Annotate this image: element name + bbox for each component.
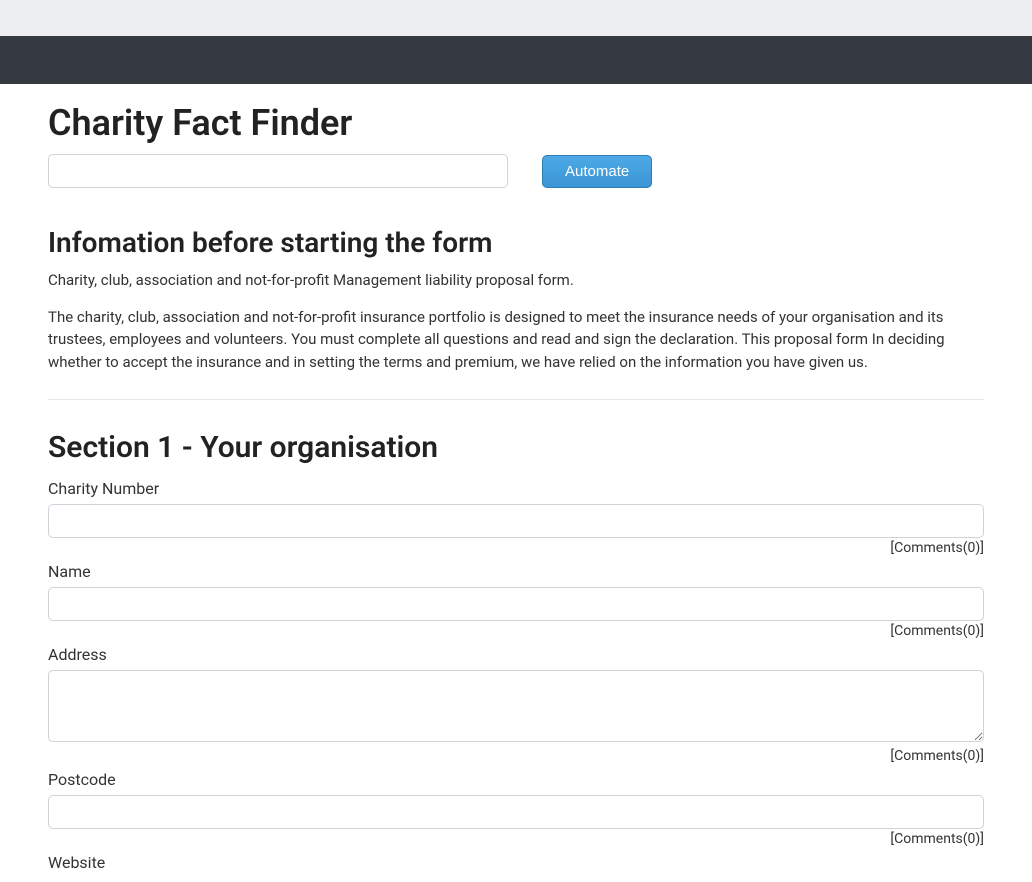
address-label: Address xyxy=(48,645,984,664)
top-header-bar xyxy=(0,0,1032,36)
postcode-comments-link[interactable]: [Comments(0)] xyxy=(48,831,984,847)
section-1-heading: Section 1 - Your organisation xyxy=(48,430,984,465)
form-group-address: Address [Comments(0)] xyxy=(48,645,984,764)
address-input[interactable] xyxy=(48,670,984,742)
name-input[interactable] xyxy=(48,587,984,621)
form-group-postcode: Postcode [Comments(0)] xyxy=(48,770,984,847)
address-comments-link[interactable]: [Comments(0)] xyxy=(48,748,984,764)
charity-search-input[interactable] xyxy=(48,154,508,188)
nav-bar xyxy=(0,36,1032,84)
form-group-charity-number: Charity Number [Comments(0)] xyxy=(48,479,984,556)
charity-number-label: Charity Number xyxy=(48,479,984,498)
postcode-input[interactable] xyxy=(48,795,984,829)
form-group-website: Website xyxy=(48,853,984,872)
search-row: Automate xyxy=(48,154,984,188)
info-heading: Infomation before starting the form xyxy=(48,226,984,259)
postcode-label: Postcode xyxy=(48,770,984,789)
charity-number-comments-link[interactable]: [Comments(0)] xyxy=(48,540,984,556)
divider xyxy=(48,399,984,400)
info-paragraph-2: The charity, club, association and not-f… xyxy=(48,306,984,374)
automate-button[interactable]: Automate xyxy=(542,155,652,188)
form-group-name: Name [Comments(0)] xyxy=(48,562,984,639)
page-title: Charity Fact Finder xyxy=(48,102,984,144)
name-comments-link[interactable]: [Comments(0)] xyxy=(48,623,984,639)
charity-number-input[interactable] xyxy=(48,504,984,538)
info-paragraph-1: Charity, club, association and not-for-p… xyxy=(48,269,984,292)
website-label: Website xyxy=(48,853,984,872)
name-label: Name xyxy=(48,562,984,581)
